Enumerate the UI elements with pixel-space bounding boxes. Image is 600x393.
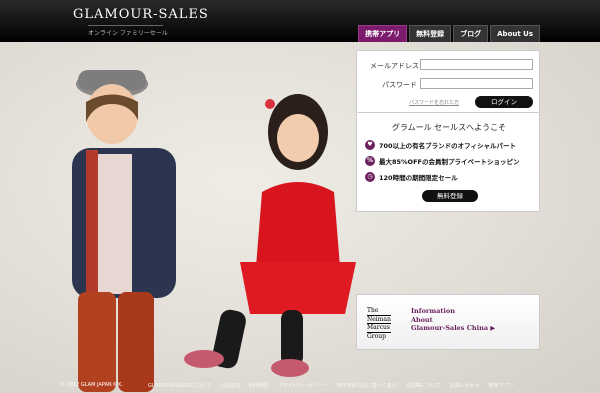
welcome-panel: グラムール セールスへようこそ ♥ 700以上の有名ブランドのオフィシャルパート…	[356, 113, 540, 212]
feature-item-discount: % 最大85%OFFの会員制プライベートショッピン	[365, 156, 519, 166]
email-label: メールアドレス	[370, 62, 419, 70]
email-input[interactable]	[420, 59, 533, 70]
clock-icon: ◷	[365, 172, 375, 182]
nav-tab-about-us[interactable]: About Us	[490, 25, 540, 42]
feature-text: 120時間の期間限定セール	[379, 174, 458, 182]
footer-link-terms[interactable]: 利用規約	[249, 382, 269, 389]
china-info-link[interactable]: Information About Glamour-Sales China ▶	[411, 307, 495, 333]
site-footer: © 2012 GLAM JAPAN K.K. GLAMOUR-SALESについて…	[0, 379, 600, 393]
boy-figure	[72, 70, 176, 392]
neiman-marcus-info-panel[interactable]: The Neiman Marcus Group Information Abou…	[356, 294, 540, 350]
footer-link-contact[interactable]: お問い合わせ	[450, 382, 480, 389]
site-logo-subtitle: オンライン ファミリーセール	[88, 25, 168, 37]
neiman-marcus-logo: The Neiman Marcus Group	[367, 307, 391, 340]
copyright-text: © 2012 GLAM JAPAN K.K.	[60, 382, 123, 388]
password-label: パスワード	[382, 81, 417, 89]
heart-icon: ♥	[365, 140, 375, 150]
girl-figure	[184, 94, 356, 377]
login-button[interactable]: ログイン	[475, 96, 533, 108]
nav-tab-mobile-app[interactable]: 携帯アプリ	[358, 25, 408, 42]
login-panel: メールアドレス パスワード パスワードを忘れた方 ログイン	[356, 50, 540, 113]
footer-link-about[interactable]: GLAMOUR-SALESについて	[148, 382, 211, 389]
footer-link-legal[interactable]: 特定商取引法に基づく表示	[337, 382, 397, 389]
footer-link-careers[interactable]: 入社案内	[220, 382, 240, 389]
footer-link-privacy[interactable]: プライバシーポリシー	[278, 382, 328, 389]
welcome-title: グラムール セールスへようこそ	[391, 123, 507, 132]
top-nav: 携帯アプリ 無料登録 ブログ About Us	[358, 25, 540, 42]
percent-icon: %	[365, 156, 375, 166]
site-header: GLAMOUR-SALES オンライン ファミリーセール 携帯アプリ 無料登録 …	[0, 0, 600, 42]
footer-link-returns[interactable]: 返品等について	[406, 382, 441, 389]
forgot-password-link[interactable]: パスワードを忘れた方	[409, 99, 459, 106]
free-register-button[interactable]: 無料登録	[422, 190, 478, 202]
footer-links: GLAMOUR-SALESについて 入社案内 利用規約 プライバシーポリシー 特…	[148, 382, 514, 389]
feature-text: 最大85%OFFの会員制プライベートショッピン	[379, 158, 520, 166]
nav-tab-free-register[interactable]: 無料登録	[409, 25, 452, 42]
footer-link-mobile-app[interactable]: 携帯アプリ	[489, 382, 514, 389]
feature-item-limited-time: ◷ 120時間の期間限定セール	[365, 172, 458, 182]
feature-item-brands: ♥ 700以上の有名ブランドのオフィシャルパート	[365, 140, 516, 150]
password-input[interactable]	[420, 78, 533, 89]
feature-text: 700以上の有名ブランドのオフィシャルパート	[379, 142, 516, 150]
hero-photo-children	[72, 70, 356, 392]
nav-tab-blog[interactable]: ブログ	[453, 25, 489, 42]
site-logo[interactable]: GLAMOUR-SALES	[73, 7, 209, 22]
